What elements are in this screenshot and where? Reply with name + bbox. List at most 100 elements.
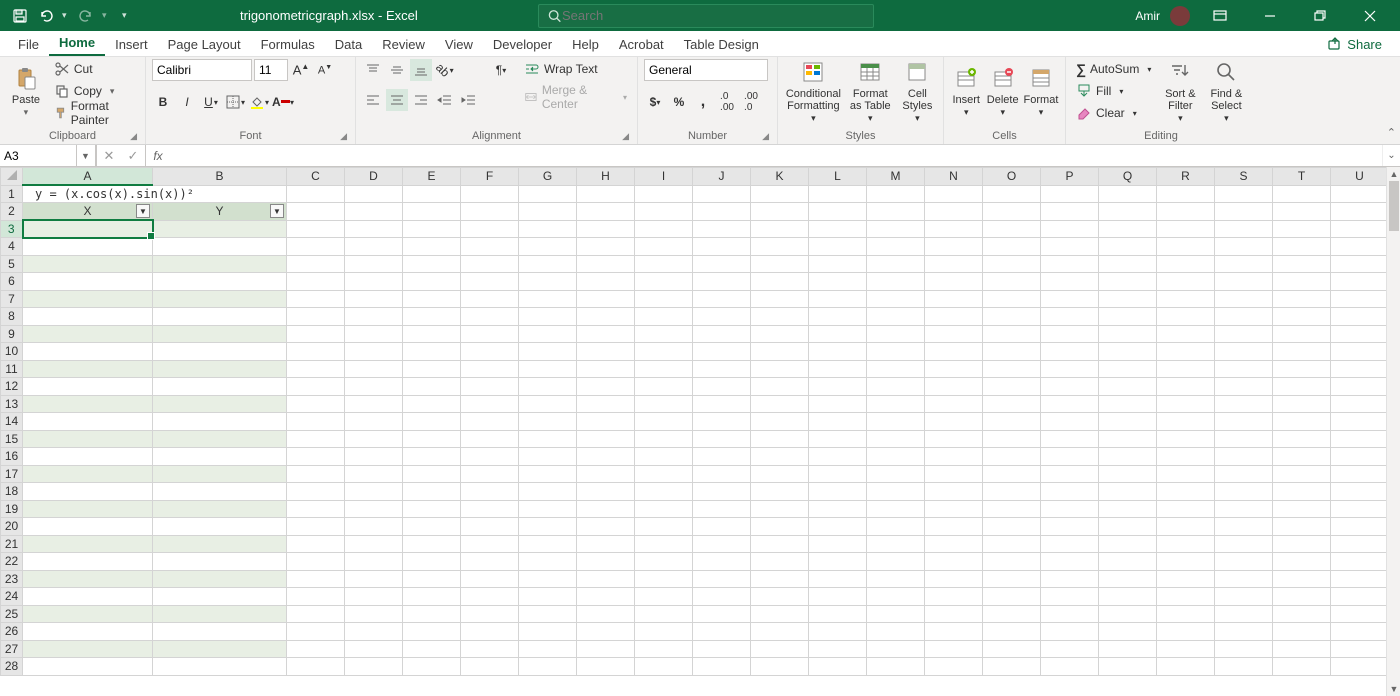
cell-B22[interactable]	[153, 553, 287, 571]
fill-button[interactable]: Fill▾	[1072, 81, 1155, 101]
cell-A28[interactable]	[23, 658, 153, 676]
cell-T14[interactable]	[1273, 413, 1331, 431]
cell-B13[interactable]	[153, 395, 287, 413]
cell-E28[interactable]	[403, 658, 461, 676]
cell-P16[interactable]	[1041, 448, 1099, 466]
cell-I9[interactable]	[635, 325, 693, 343]
cell-Q11[interactable]	[1099, 360, 1157, 378]
cell-F22[interactable]	[461, 553, 519, 571]
cell-T26[interactable]	[1273, 623, 1331, 641]
col-header-R[interactable]: R	[1157, 168, 1215, 186]
cell-F18[interactable]	[461, 483, 519, 501]
cell-H26[interactable]	[577, 623, 635, 641]
cell-F3[interactable]	[461, 220, 519, 238]
tab-insert[interactable]: Insert	[105, 33, 158, 56]
cell-Q3[interactable]	[1099, 220, 1157, 238]
cell-K14[interactable]	[751, 413, 809, 431]
conditional-formatting-button[interactable]: Conditional Formatting▾	[784, 59, 843, 125]
cell-H12[interactable]	[577, 378, 635, 396]
cell-F8[interactable]	[461, 308, 519, 326]
cell-U25[interactable]	[1331, 605, 1389, 623]
cell-R7[interactable]	[1157, 290, 1215, 308]
cell-L12[interactable]	[809, 378, 867, 396]
cell-M24[interactable]	[867, 588, 925, 606]
cell-S16[interactable]	[1215, 448, 1273, 466]
cell-U7[interactable]	[1331, 290, 1389, 308]
cell-K11[interactable]	[751, 360, 809, 378]
cell-E17[interactable]	[403, 465, 461, 483]
cell-A27[interactable]	[23, 640, 153, 658]
cell-Q4[interactable]	[1099, 238, 1157, 256]
cell-K9[interactable]	[751, 325, 809, 343]
cell-R14[interactable]	[1157, 413, 1215, 431]
cell-F26[interactable]	[461, 623, 519, 641]
cell-O6[interactable]	[983, 273, 1041, 291]
cell-T20[interactable]	[1273, 518, 1331, 536]
col-header-Q[interactable]: Q	[1099, 168, 1157, 186]
row-header-24[interactable]: 24	[1, 588, 23, 606]
cell-K6[interactable]	[751, 273, 809, 291]
cell-J11[interactable]	[693, 360, 751, 378]
search-input[interactable]	[562, 8, 865, 23]
cell-H27[interactable]	[577, 640, 635, 658]
borders-button[interactable]: ▾	[224, 91, 246, 113]
cell-A4[interactable]	[23, 238, 153, 256]
cell-O8[interactable]	[983, 308, 1041, 326]
cell-S23[interactable]	[1215, 570, 1273, 588]
cell-P28[interactable]	[1041, 658, 1099, 676]
cell-N10[interactable]	[925, 343, 983, 361]
cell-A19[interactable]	[23, 500, 153, 518]
cell-Q26[interactable]	[1099, 623, 1157, 641]
cell-B10[interactable]	[153, 343, 287, 361]
clear-button[interactable]: Clear▾	[1072, 103, 1155, 123]
alignment-launcher[interactable]: ◢	[622, 131, 629, 142]
cell-R2[interactable]	[1157, 203, 1215, 221]
cell-U9[interactable]	[1331, 325, 1389, 343]
cell-U13[interactable]	[1331, 395, 1389, 413]
cell-I13[interactable]	[635, 395, 693, 413]
cell-D24[interactable]	[345, 588, 403, 606]
cell-R5[interactable]	[1157, 255, 1215, 273]
cell-F5[interactable]	[461, 255, 519, 273]
cell-U17[interactable]	[1331, 465, 1389, 483]
number-format-combo[interactable]	[644, 59, 768, 81]
cell-R17[interactable]	[1157, 465, 1215, 483]
cell-L3[interactable]	[809, 220, 867, 238]
cell-P14[interactable]	[1041, 413, 1099, 431]
cell-D15[interactable]	[345, 430, 403, 448]
cell-M1[interactable]	[867, 185, 925, 203]
cell-L2[interactable]	[809, 203, 867, 221]
cell-M27[interactable]	[867, 640, 925, 658]
cell-T24[interactable]	[1273, 588, 1331, 606]
cell-D19[interactable]	[345, 500, 403, 518]
cell-F12[interactable]	[461, 378, 519, 396]
cell-N8[interactable]	[925, 308, 983, 326]
cell-L26[interactable]	[809, 623, 867, 641]
cell-C3[interactable]	[287, 220, 345, 238]
cell-L4[interactable]	[809, 238, 867, 256]
cell-C20[interactable]	[287, 518, 345, 536]
cell-U14[interactable]	[1331, 413, 1389, 431]
cell-K26[interactable]	[751, 623, 809, 641]
cell-O28[interactable]	[983, 658, 1041, 676]
cell-N18[interactable]	[925, 483, 983, 501]
cell-O25[interactable]	[983, 605, 1041, 623]
tab-help[interactable]: Help	[562, 33, 609, 56]
cell-S14[interactable]	[1215, 413, 1273, 431]
cell-A25[interactable]	[23, 605, 153, 623]
cell-R27[interactable]	[1157, 640, 1215, 658]
col-header-E[interactable]: E	[403, 168, 461, 186]
cell-J16[interactable]	[693, 448, 751, 466]
cell-J8[interactable]	[693, 308, 751, 326]
cell-N7[interactable]	[925, 290, 983, 308]
cell-A22[interactable]	[23, 553, 153, 571]
cell-C17[interactable]	[287, 465, 345, 483]
cell-Q6[interactable]	[1099, 273, 1157, 291]
cell-Q2[interactable]	[1099, 203, 1157, 221]
cell-P27[interactable]	[1041, 640, 1099, 658]
cell-U28[interactable]	[1331, 658, 1389, 676]
row-header-14[interactable]: 14	[1, 413, 23, 431]
cell-Q13[interactable]	[1099, 395, 1157, 413]
clipboard-launcher[interactable]: ◢	[130, 131, 137, 142]
cell-S7[interactable]	[1215, 290, 1273, 308]
